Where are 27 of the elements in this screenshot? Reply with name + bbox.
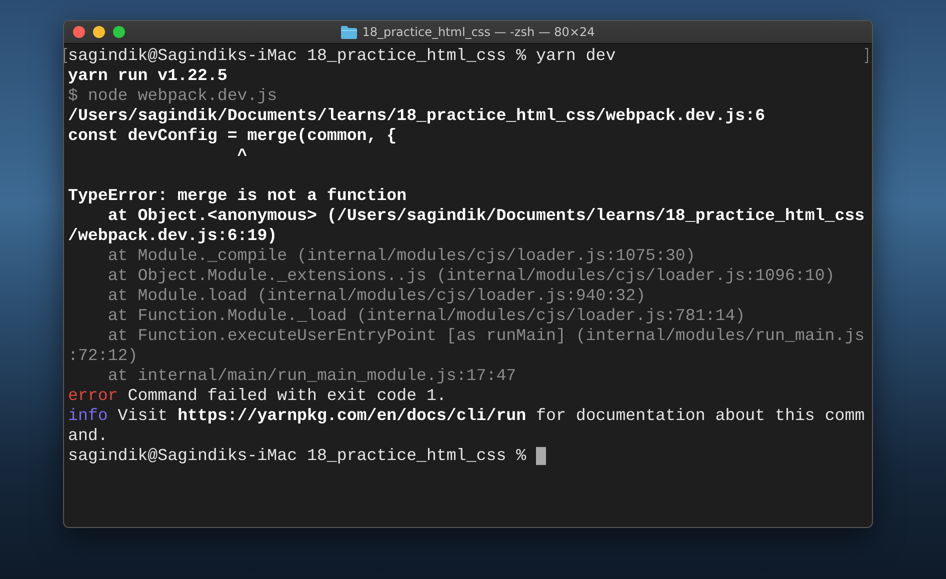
minimize-button[interactable] xyxy=(93,26,105,38)
terminal-line: at Object.<anonymous> (/Users/sagindik/Documents/learns/18_practice_html_css xyxy=(106,206,865,226)
terminal-line: and. xyxy=(68,426,108,446)
terminal-line: $ node webpack.dev.js xyxy=(68,86,278,106)
terminal-line: at Function.Module._load (internal/modules/cjs/loader.js:781:14) xyxy=(106,306,746,326)
terminal-line: sagindik@Sagindiks-iMac 18_practice_html_css % yarn dev xyxy=(68,46,616,66)
terminal-line: const devConfig = merge(common, { xyxy=(68,126,397,146)
terminal-line: error Command failed with exit code 1. xyxy=(68,386,446,406)
terminal-line: at Module._compile (internal/modules/cjs/loader.js:1075:30) xyxy=(106,246,696,266)
terminal-line: ^ xyxy=(236,146,248,166)
terminal-line: :72:12) xyxy=(68,346,138,366)
line-mark-icon xyxy=(64,48,67,63)
zoom-button[interactable] xyxy=(113,26,125,38)
terminal-line: at Object.Module._extensions..js (internal/modules/cjs/loader.js:1096:10) xyxy=(106,266,835,286)
line-mark-icon xyxy=(865,48,868,63)
close-button[interactable] xyxy=(73,26,85,38)
terminal-line: /webpack.dev.js:6:19) xyxy=(68,226,278,246)
terminal-line: sagindik@Sagindiks-iMac 18_practice_html_css % xyxy=(68,446,528,466)
window-title: 18_practice_html_css — -zsh — 80×24 xyxy=(362,25,595,39)
terminal-line: /Users/sagindik/Documents/learns/18_practice_html_css/webpack.dev.js:6 xyxy=(68,106,766,126)
terminal-line: at internal/main/run_main_module.js:17:47 xyxy=(106,366,516,386)
terminal-line: at Module.load (internal/modules/cjs/loader.js:940:32) xyxy=(106,286,646,306)
folder-icon xyxy=(341,26,358,38)
terminal-line: yarn run v1.22.5 xyxy=(68,66,228,86)
terminal-line: at Function.executeUserEntryPoint [as runMain] (internal/modules/run_main.js xyxy=(106,326,865,346)
terminal-line: TypeError: merge is not a function xyxy=(68,186,407,206)
terminal-line: info Visit https://yarnpkg.com/en/docs/cli/run for documentation about this comm xyxy=(68,406,865,426)
